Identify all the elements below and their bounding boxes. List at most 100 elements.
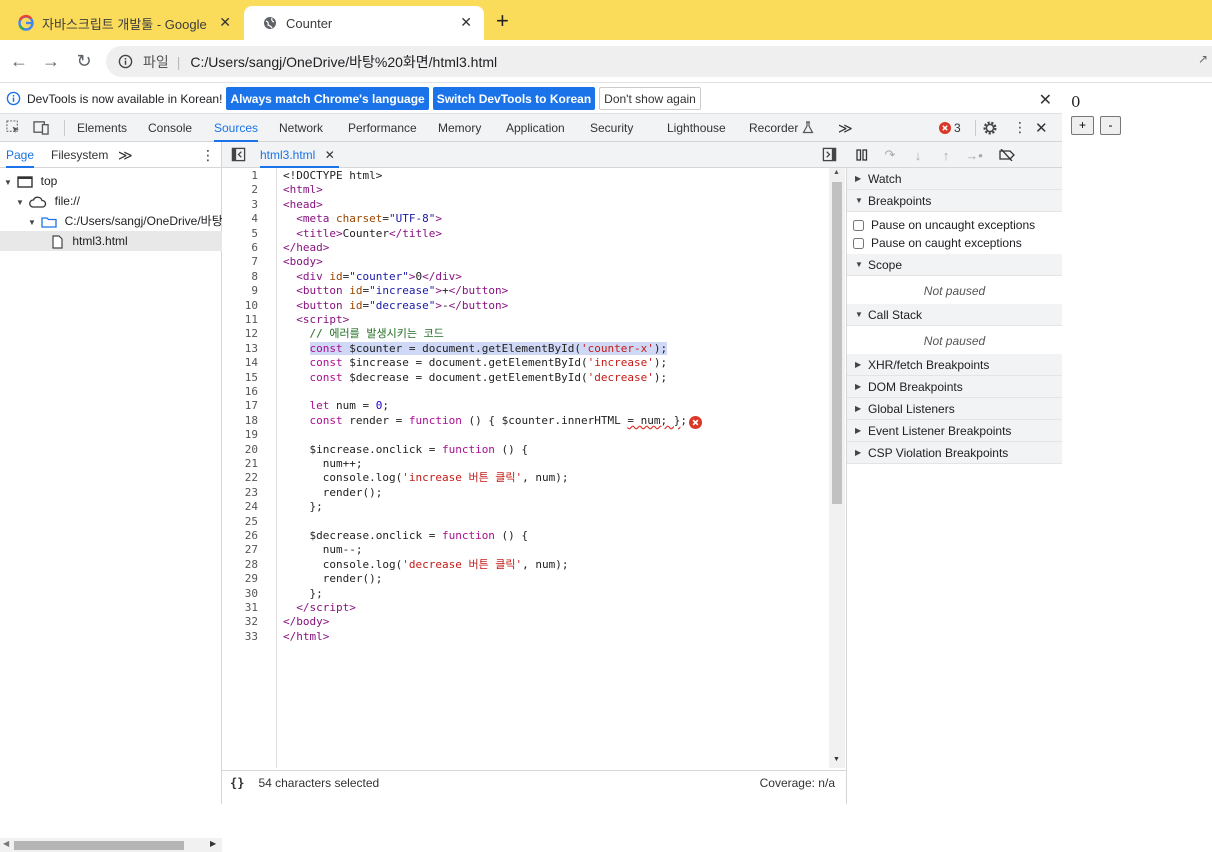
code-line: const $increase = document.getElementByI… [309, 356, 668, 370]
more-icon[interactable]: ≫ [118, 142, 133, 168]
scroll-left-icon[interactable]: ◀ [3, 839, 9, 848]
close-devtools-icon[interactable]: ✕ [1035, 119, 1048, 137]
section-call-stack[interactable]: ▼ Call Stack [847, 304, 1062, 326]
tab-elements[interactable]: Elements [77, 114, 127, 142]
checkbox[interactable] [853, 237, 864, 249]
tab-title: Counter [286, 15, 333, 31]
increase-button[interactable]: + [1071, 116, 1094, 135]
section-xhr-breakpoints[interactable]: ▶ XHR/fetch Breakpoints [847, 354, 1062, 376]
collapsed-arrow-icon: ▶ [855, 426, 862, 435]
tree-item-folder[interactable]: ▼ C:/Users/sangj/OneDrive/바탕 [0, 211, 222, 231]
section-global-listeners[interactable]: ▶ Global Listeners [847, 398, 1062, 420]
pause-caught-checkbox[interactable]: Pause on caught exceptions [853, 236, 1022, 250]
decrease-button[interactable]: - [1100, 116, 1121, 135]
pretty-print-icon[interactable]: {} [230, 776, 244, 790]
switch-to-korean-button[interactable]: Switch DevTools to Korean [432, 87, 596, 110]
scroll-up-icon[interactable]: ▲ [833, 169, 840, 176]
file-tab-html3[interactable]: html3.html ✕ [260, 142, 339, 168]
code-editor: html3.html ✕ 1 2 3 4 5 6 7 8 9 10 11 12 13 14 15 16 17 18… [222, 142, 847, 804]
error-icon[interactable] [939, 122, 951, 137]
pause-icon[interactable] [853, 146, 871, 164]
tab-sources[interactable]: Sources [214, 114, 259, 142]
settings-gear-icon[interactable] [982, 120, 998, 139]
dont-show-again-button[interactable]: Don't show again [599, 87, 701, 110]
tree-item-top[interactable]: ▼ top [0, 171, 222, 191]
close-icon[interactable]: ✕ [1039, 90, 1052, 110]
scroll-down-icon[interactable]: ▼ [833, 756, 840, 763]
scroll-right-icon[interactable]: ▶ [210, 839, 216, 848]
tab-security[interactable]: Security [590, 114, 633, 142]
step-out-icon[interactable]: ↑ [937, 146, 955, 164]
back-icon[interactable]: ← [8, 50, 30, 72]
vertical-scrollbar[interactable]: ▲ ▼ [829, 168, 845, 768]
code-line: console.log('decrease 버튼 클릭', num); [283, 557, 569, 571]
debugger-toolbar: ↷ ↓ ↑ →• [847, 142, 1062, 168]
tab-network[interactable]: Network [279, 114, 323, 142]
deactivate-breakpoints-icon[interactable] [998, 146, 1016, 164]
code-line: console.log('increase 버튼 클릭', num); [283, 471, 569, 485]
expand-arrow-icon: ▼ [4, 178, 12, 187]
tab-performance[interactable]: Performance [348, 114, 417, 142]
code-line: <title>Counter</title> [296, 226, 442, 240]
step-icon[interactable]: →• [965, 146, 983, 164]
close-tab-icon[interactable]: ✕ [325, 148, 335, 162]
scrollbar-thumb[interactable] [832, 182, 842, 504]
horizontal-scrollbar[interactable]: ◀ ▶ [0, 838, 222, 852]
toggle-navigator-icon[interactable] [231, 147, 246, 165]
section-csp-breakpoints[interactable]: ▶ CSP Violation Breakpoints [847, 442, 1062, 464]
close-icon[interactable]: ✕ [460, 14, 472, 31]
kebab-menu-icon[interactable]: ⋮ [201, 142, 215, 168]
checkbox-label: Pause on uncaught exceptions [871, 218, 1036, 232]
section-watch[interactable]: ▶ Watch [847, 168, 1062, 190]
tab-memory[interactable]: Memory [438, 114, 481, 142]
step-into-icon[interactable]: ↓ [909, 146, 927, 164]
forward-icon[interactable]: → [40, 50, 62, 72]
info-icon[interactable] [118, 54, 133, 69]
tab-counter[interactable]: Counter ✕ [244, 6, 484, 40]
code-line: let num = 0; [309, 399, 389, 413]
section-breakpoints[interactable]: ▼ Breakpoints [847, 190, 1062, 212]
site-label: 파일 [143, 53, 169, 70]
tab-google[interactable]: 자바스크립트 개발툴 - Google ✕ [0, 6, 243, 40]
step-over-icon[interactable]: ↷ [881, 146, 899, 164]
tab-filesystem[interactable]: Filesystem [51, 142, 108, 168]
code-area[interactable]: <!DOCTYPE html> <html> <head> <meta char… [222, 168, 828, 768]
tree-item-html3[interactable]: html3.html [0, 231, 222, 251]
tab-recorder[interactable]: Recorder [749, 114, 798, 142]
reload-icon[interactable]: ↻ [73, 50, 95, 72]
inspect-element-icon[interactable] [6, 120, 21, 138]
error-marker-icon[interactable] [689, 416, 702, 432]
code-line: <html> [283, 183, 323, 197]
file-tab-label: html3.html [260, 148, 316, 162]
address-bar[interactable]: 파일 | C:/Users/sangj/OneDrive/바탕%20화면/htm… [106, 46, 1212, 77]
tab-page[interactable]: Page [6, 142, 35, 168]
section-label: Scope [868, 258, 903, 272]
tab-application[interactable]: Application [506, 114, 565, 142]
always-match-language-button[interactable]: Always match Chrome's language [226, 87, 429, 110]
section-scope[interactable]: ▼ Scope [847, 254, 1062, 276]
tree-label: top [40, 174, 58, 188]
tab-lighthouse[interactable]: Lighthouse [667, 114, 726, 142]
tree-label: html3.html [72, 234, 128, 248]
share-icon[interactable]: ↗ [1198, 52, 1208, 66]
code-line: const render = function () { $counter.in… [309, 413, 688, 427]
device-toolbar-icon[interactable] [33, 120, 50, 138]
section-event-listener-breakpoints[interactable]: ▶ Event Listener Breakpoints [847, 420, 1062, 442]
code-line: }; [283, 500, 323, 514]
separator: | [176, 53, 181, 70]
new-tab-button[interactable]: + [496, 10, 509, 32]
code-line: num--; [283, 543, 363, 557]
tree-item-file[interactable]: ▼ file:// [0, 191, 222, 211]
scrollbar-thumb[interactable] [14, 841, 184, 850]
tab-console[interactable]: Console [148, 114, 192, 142]
kebab-menu-icon[interactable]: ⋮ [1013, 119, 1027, 136]
expanded-arrow-icon: ▼ [855, 260, 863, 269]
code-line-selected: const $counter = document.getElementById… [309, 341, 668, 355]
more-tabs-icon[interactable]: ≫ [838, 114, 853, 142]
toggle-debugger-icon[interactable] [822, 147, 837, 165]
pause-uncaught-checkbox[interactable]: Pause on uncaught exceptions [853, 218, 1035, 232]
checkbox[interactable] [853, 219, 864, 231]
section-dom-breakpoints[interactable]: ▶ DOM Breakpoints [847, 376, 1062, 398]
close-icon[interactable]: ✕ [219, 14, 231, 31]
